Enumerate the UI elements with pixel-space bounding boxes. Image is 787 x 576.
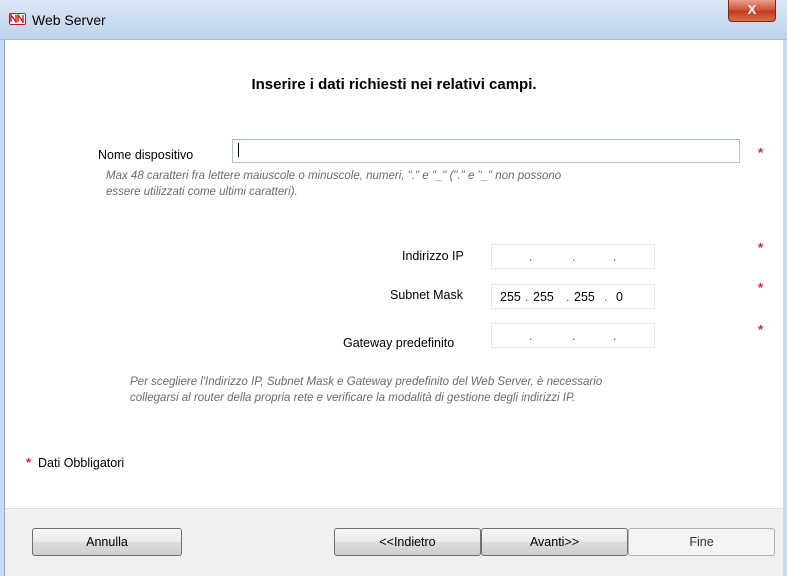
required-legend-star: * [26, 455, 32, 470]
cancel-button[interactable]: Annulla [32, 528, 182, 556]
window-border-right [783, 40, 787, 576]
required-marker-device-name: * [758, 145, 764, 160]
required-legend-text: Dati Obbligatori [38, 456, 125, 470]
subnet-mask-input[interactable]: 255 . 255 . 255 . 0 [491, 284, 655, 309]
device-name-hint-line2: essere utilizzati come ultimi caratteri)… [106, 186, 298, 198]
required-marker-ip-address: * [758, 240, 764, 255]
device-name-label: Nome dispositivo [98, 148, 194, 162]
network-info-line2: collegarsi al router della propria rete … [130, 392, 576, 404]
page-heading: Inserire i dati richiesti nei relativi c… [251, 76, 537, 93]
finish-button[interactable]: Fine [628, 528, 775, 556]
title-bar[interactable]: Web Server X [0, 0, 787, 40]
next-button[interactable]: Avanti>> [481, 528, 628, 556]
subnet-mask-label: Subnet Mask [390, 288, 463, 302]
ip-address-input[interactable]: . . . [491, 244, 655, 269]
button-bar: Annulla <<Indietro Avanti>> Fine [5, 508, 783, 576]
text-caret [238, 143, 239, 157]
device-name-input[interactable] [232, 139, 740, 163]
nn-logo-icon [9, 13, 26, 25]
network-info-line1: Per scegliere l'Indirizzo IP, Subnet Mas… [130, 376, 603, 388]
window-title: Web Server [32, 12, 106, 28]
ip-address-label: Indirizzo IP [402, 249, 464, 263]
required-marker-gateway: * [758, 322, 764, 337]
device-name-hint-line1: Max 48 caratteri fra lettere maiuscole o… [106, 170, 562, 182]
gateway-label: Gateway predefinito [343, 336, 455, 350]
close-button[interactable]: X [728, 0, 776, 22]
gateway-input[interactable]: . . . [491, 323, 655, 348]
required-marker-subnet-mask: * [758, 280, 764, 295]
back-button[interactable]: <<Indietro [334, 528, 481, 556]
dialog-content: Inserire i dati richiesti nei relativi c… [5, 40, 783, 576]
